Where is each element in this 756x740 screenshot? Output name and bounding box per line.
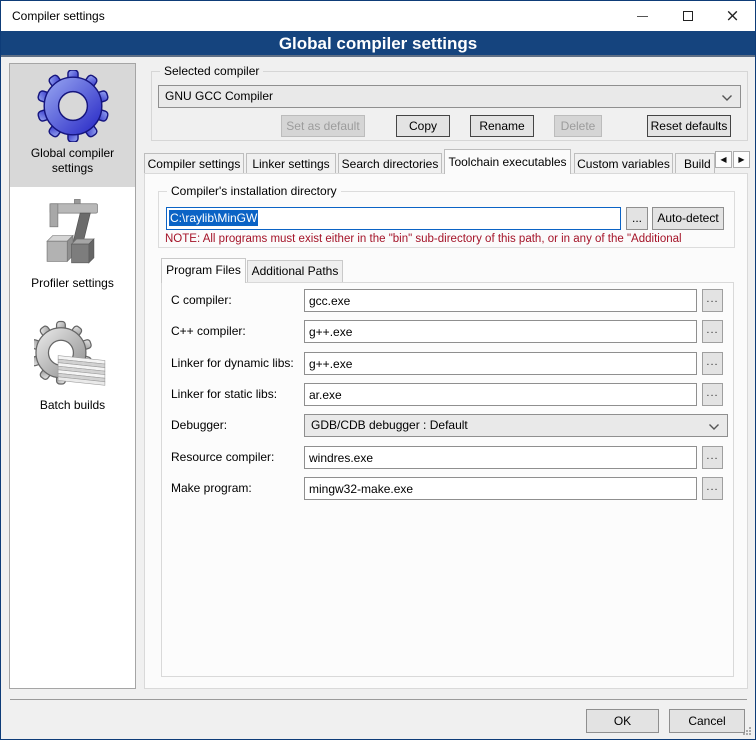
- c-compiler-label: C compiler:: [171, 289, 303, 312]
- sidebar-item-label: Global compiler settings: [10, 144, 135, 176]
- auto-detect-button[interactable]: Auto-detect: [652, 207, 724, 230]
- maximize-button[interactable]: [665, 1, 710, 31]
- linker-static-browse-button[interactable]: ...: [702, 383, 723, 406]
- caliper-icon: [37, 196, 109, 272]
- directory-browse-button[interactable]: ...: [626, 207, 648, 230]
- selected-path-text: C:\raylib\MinGW: [169, 210, 258, 226]
- linker-dynamic-label: Linker for dynamic libs:: [171, 352, 303, 375]
- sidebar-item-profiler-settings[interactable]: Profiler settings: [10, 190, 135, 298]
- linker-static-input[interactable]: [304, 383, 697, 406]
- tab-toolchain-executables[interactable]: Toolchain executables: [444, 149, 571, 174]
- set-as-default-button[interactable]: Set as default: [281, 115, 365, 137]
- make-program-browse-button[interactable]: ...: [702, 477, 723, 500]
- tab-scroll-right-button[interactable]: ▶: [733, 151, 750, 168]
- minimize-button[interactable]: [620, 1, 665, 31]
- delete-button[interactable]: Delete: [554, 115, 602, 137]
- ok-button[interactable]: OK: [586, 709, 659, 733]
- cancel-button[interactable]: Cancel: [669, 709, 745, 733]
- tab-build-options[interactable]: Build options: [675, 153, 715, 174]
- compiler-select-value: GNU GCC Compiler: [165, 89, 273, 103]
- compiler-settings-dialog: Compiler settings × Global compiler sett…: [0, 0, 756, 740]
- dialog-header: Global compiler settings: [1, 31, 755, 57]
- gear-blue-icon: [37, 70, 109, 142]
- chevron-down-icon: [722, 95, 732, 101]
- cpp-compiler-label: C++ compiler:: [171, 320, 303, 343]
- minimize-icon: [637, 16, 648, 17]
- close-icon: ×: [725, 8, 739, 25]
- compiler-select[interactable]: GNU GCC Compiler: [158, 85, 741, 108]
- resource-compiler-input[interactable]: [304, 446, 697, 469]
- close-button[interactable]: ×: [710, 1, 755, 31]
- sidebar: Global compiler settings Profiler settin…: [9, 63, 136, 689]
- right-arrow-icon: ▶: [738, 155, 744, 164]
- copy-button[interactable]: Copy: [396, 115, 450, 137]
- tab-compiler-settings[interactable]: Compiler settings: [144, 153, 244, 174]
- linker-dynamic-browse-button[interactable]: ...: [702, 352, 723, 375]
- resource-compiler-label: Resource compiler:: [171, 446, 303, 469]
- tab-program-files[interactable]: Program Files: [161, 258, 246, 283]
- debugger-select-value: GDB/CDB debugger : Default: [311, 418, 468, 432]
- gear-stack-icon: [34, 320, 112, 394]
- tab-linker-settings[interactable]: Linker settings: [246, 153, 336, 174]
- tab-additional-paths[interactable]: Additional Paths: [247, 260, 343, 282]
- debugger-select[interactable]: GDB/CDB debugger : Default: [304, 414, 728, 437]
- selected-compiler-legend: Selected compiler: [160, 64, 263, 78]
- sidebar-item-label: Profiler settings: [10, 274, 135, 291]
- make-program-label: Make program:: [171, 477, 303, 500]
- c-compiler-input[interactable]: [304, 289, 697, 312]
- window-title: Compiler settings: [12, 9, 105, 23]
- titlebar: Compiler settings ×: [1, 1, 755, 31]
- tab-scroll-left-button[interactable]: ◀: [715, 151, 732, 168]
- dialog-header-title: Global compiler settings: [279, 34, 477, 53]
- left-arrow-icon: ◀: [720, 155, 726, 164]
- rename-button[interactable]: Rename: [470, 115, 534, 137]
- cpp-compiler-input[interactable]: [304, 320, 697, 343]
- installation-directory-legend: Compiler's installation directory: [167, 184, 341, 198]
- reset-defaults-button[interactable]: Reset defaults: [647, 115, 731, 137]
- window-controls: ×: [620, 1, 755, 31]
- make-program-input[interactable]: [304, 477, 697, 500]
- tab-search-directories[interactable]: Search directories: [338, 153, 442, 174]
- resize-grip[interactable]: [742, 726, 752, 736]
- resource-compiler-browse-button[interactable]: ...: [702, 446, 723, 469]
- sidebar-item-batch-builds[interactable]: Batch builds: [10, 314, 135, 422]
- note-text: NOTE: All programs must exist either in …: [165, 233, 734, 248]
- sidebar-item-label: Batch builds: [10, 396, 135, 413]
- linker-dynamic-input[interactable]: [304, 352, 697, 375]
- c-compiler-browse-button[interactable]: ...: [702, 289, 723, 312]
- debugger-label: Debugger:: [171, 414, 303, 437]
- cpp-compiler-browse-button[interactable]: ...: [702, 320, 723, 343]
- footer-divider: [10, 699, 747, 700]
- sidebar-item-global-compiler-settings[interactable]: Global compiler settings: [10, 64, 135, 187]
- installation-directory-input[interactable]: C:\raylib\MinGW: [166, 207, 621, 230]
- tab-custom-variables[interactable]: Custom variables: [574, 153, 673, 174]
- maximize-icon: [683, 11, 693, 21]
- linker-static-label: Linker for static libs:: [171, 383, 303, 406]
- chevron-down-icon: [709, 424, 719, 430]
